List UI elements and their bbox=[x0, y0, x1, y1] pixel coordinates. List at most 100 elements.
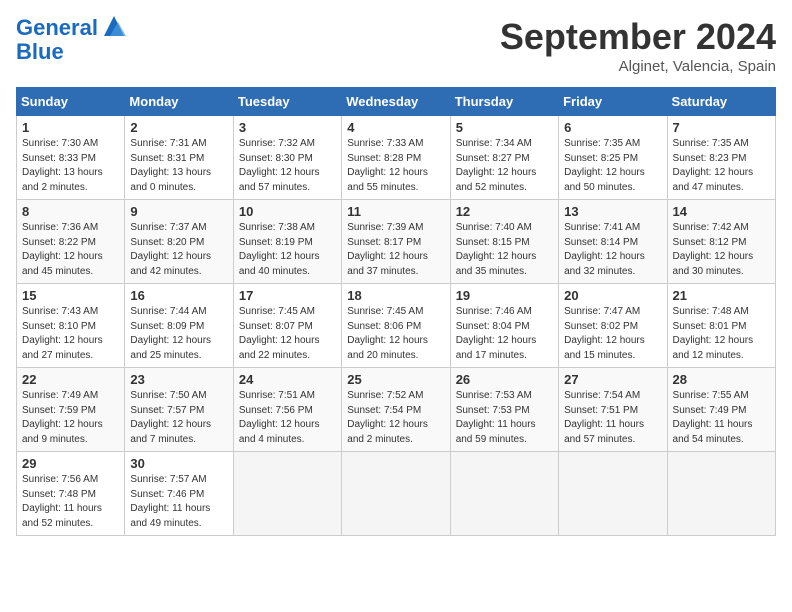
location: Alginet, Valencia, Spain bbox=[500, 58, 776, 75]
calendar-row: 1 Sunrise: 7:30 AM Sunset: 8:33 PM Daylig… bbox=[17, 116, 776, 200]
table-row: 27 Sunrise: 7:54 AM Sunset: 7:51 PM Dayli… bbox=[559, 368, 667, 452]
day-number: 25 bbox=[347, 372, 444, 387]
col-monday: Monday bbox=[125, 88, 233, 116]
table-row: 6Sunrise: 7:35 AM Sunset: 8:25 PM Daylig… bbox=[559, 116, 667, 200]
day-number: 5 bbox=[456, 120, 553, 135]
table-row: 18 Sunrise: 7:45 AM Sunset: 8:06 PM Dayli… bbox=[342, 284, 450, 368]
day-info: Sunrise: 7:36 AM Sunset: 8:22 PM Dayligh… bbox=[22, 221, 119, 279]
day-info: Sunrise: 7:55 AM Sunset: 7:49 PM Dayligh… bbox=[673, 389, 770, 447]
day-info: Sunrise: 7:42 AM Sunset: 8:12 PM Dayligh… bbox=[673, 221, 770, 279]
day-number: 16 bbox=[130, 288, 227, 303]
day-number: 15 bbox=[22, 288, 119, 303]
calendar-header-row: Sunday Monday Tuesday Wednesday Thursday… bbox=[17, 88, 776, 116]
table-row: 21 Sunrise: 7:48 AM Sunset: 8:01 PM Dayli… bbox=[667, 284, 775, 368]
col-friday: Friday bbox=[559, 88, 667, 116]
day-info: Sunrise: 7:44 AM Sunset: 8:09 PM Dayligh… bbox=[130, 305, 227, 363]
day-info: Sunrise: 7:41 AM Sunset: 8:14 PM Dayligh… bbox=[564, 221, 661, 279]
day-number: 4 bbox=[347, 120, 444, 135]
day-number: 18 bbox=[347, 288, 444, 303]
day-info: Sunrise: 7:45 AM Sunset: 8:06 PM Dayligh… bbox=[347, 305, 444, 363]
day-number: 10 bbox=[239, 204, 336, 219]
day-number: 8 bbox=[22, 204, 119, 219]
calendar-row: 22 Sunrise: 7:49 AM Sunset: 7:59 PM Dayli… bbox=[17, 368, 776, 452]
day-number: 23 bbox=[130, 372, 227, 387]
day-info: Sunrise: 7:32 AM Sunset: 8:30 PM Dayligh… bbox=[239, 137, 336, 195]
day-number: 6 bbox=[564, 120, 661, 135]
day-number: 12 bbox=[456, 204, 553, 219]
logo-icon bbox=[100, 12, 128, 40]
table-row bbox=[450, 452, 558, 536]
logo-blue-text: Blue bbox=[16, 40, 128, 64]
day-info: Sunrise: 7:46 AM Sunset: 8:04 PM Dayligh… bbox=[456, 305, 553, 363]
logo: General Blue bbox=[16, 16, 128, 64]
day-info: Sunrise: 7:40 AM Sunset: 8:15 PM Dayligh… bbox=[456, 221, 553, 279]
table-row: 14 Sunrise: 7:42 AM Sunset: 8:12 PM Dayli… bbox=[667, 200, 775, 284]
col-saturday: Saturday bbox=[667, 88, 775, 116]
day-info: Sunrise: 7:33 AM Sunset: 8:28 PM Dayligh… bbox=[347, 137, 444, 195]
day-info: Sunrise: 7:45 AM Sunset: 8:07 PM Dayligh… bbox=[239, 305, 336, 363]
table-row: 5 Sunrise: 7:34 AM Sunset: 8:27 PM Daylig… bbox=[450, 116, 558, 200]
day-number: 22 bbox=[22, 372, 119, 387]
day-info: Sunrise: 7:48 AM Sunset: 8:01 PM Dayligh… bbox=[673, 305, 770, 363]
day-number: 24 bbox=[239, 372, 336, 387]
table-row: 25 Sunrise: 7:52 AM Sunset: 7:54 PM Dayli… bbox=[342, 368, 450, 452]
day-number: 11 bbox=[347, 204, 444, 219]
table-row: 16 Sunrise: 7:44 AM Sunset: 8:09 PM Dayli… bbox=[125, 284, 233, 368]
calendar-row: 29 Sunrise: 7:56 AM Sunset: 7:48 PM Dayli… bbox=[17, 452, 776, 536]
table-row bbox=[559, 452, 667, 536]
day-info: Sunrise: 7:52 AM Sunset: 7:54 PM Dayligh… bbox=[347, 389, 444, 447]
day-number: 3 bbox=[239, 120, 336, 135]
col-thursday: Thursday bbox=[450, 88, 558, 116]
table-row: 12 Sunrise: 7:40 AM Sunset: 8:15 PM Dayli… bbox=[450, 200, 558, 284]
day-number: 1 bbox=[22, 120, 119, 135]
day-info: Sunrise: 7:35 AM Sunset: 8:23 PM Dayligh… bbox=[673, 137, 770, 195]
day-info: Sunrise: 7:51 AM Sunset: 7:56 PM Dayligh… bbox=[239, 389, 336, 447]
day-number: 28 bbox=[673, 372, 770, 387]
table-row: 26Sunrise: 7:53 AM Sunset: 7:53 PM Dayli… bbox=[450, 368, 558, 452]
table-row: 4 Sunrise: 7:33 AM Sunset: 8:28 PM Daylig… bbox=[342, 116, 450, 200]
day-info: Sunrise: 7:34 AM Sunset: 8:27 PM Dayligh… bbox=[456, 137, 553, 195]
day-info: Sunrise: 7:39 AM Sunset: 8:17 PM Dayligh… bbox=[347, 221, 444, 279]
col-sunday: Sunday bbox=[17, 88, 125, 116]
day-number: 7 bbox=[673, 120, 770, 135]
day-number: 27 bbox=[564, 372, 661, 387]
table-row: 20 Sunrise: 7:47 AM Sunset: 8:02 PM Dayli… bbox=[559, 284, 667, 368]
table-row bbox=[233, 452, 341, 536]
day-number: 13 bbox=[564, 204, 661, 219]
day-info: Sunrise: 7:37 AM Sunset: 8:20 PM Dayligh… bbox=[130, 221, 227, 279]
day-info: Sunrise: 7:38 AM Sunset: 8:19 PM Dayligh… bbox=[239, 221, 336, 279]
day-info: Sunrise: 7:54 AM Sunset: 7:51 PM Dayligh… bbox=[564, 389, 661, 447]
table-row bbox=[342, 452, 450, 536]
day-number: 9 bbox=[130, 204, 227, 219]
day-info: Sunrise: 7:56 AM Sunset: 7:48 PM Dayligh… bbox=[22, 473, 119, 531]
table-row: 30Sunrise: 7:57 AM Sunset: 7:46 PM Dayli… bbox=[125, 452, 233, 536]
table-row: 23Sunrise: 7:50 AM Sunset: 7:57 PM Dayli… bbox=[125, 368, 233, 452]
day-info: Sunrise: 7:47 AM Sunset: 8:02 PM Dayligh… bbox=[564, 305, 661, 363]
col-wednesday: Wednesday bbox=[342, 88, 450, 116]
day-number: 29 bbox=[22, 456, 119, 471]
day-number: 2 bbox=[130, 120, 227, 135]
day-number: 14 bbox=[673, 204, 770, 219]
day-info: Sunrise: 7:57 AM Sunset: 7:46 PM Dayligh… bbox=[130, 473, 227, 531]
table-row: 7 Sunrise: 7:35 AM Sunset: 8:23 PM Daylig… bbox=[667, 116, 775, 200]
day-number: 20 bbox=[564, 288, 661, 303]
day-info: Sunrise: 7:30 AM Sunset: 8:33 PM Dayligh… bbox=[22, 137, 119, 195]
table-row: 17Sunrise: 7:45 AM Sunset: 8:07 PM Dayli… bbox=[233, 284, 341, 368]
calendar-row: 8 Sunrise: 7:36 AM Sunset: 8:22 PM Daylig… bbox=[17, 200, 776, 284]
table-row bbox=[667, 452, 775, 536]
logo-text: General bbox=[16, 16, 98, 40]
day-number: 21 bbox=[673, 288, 770, 303]
day-info: Sunrise: 7:43 AM Sunset: 8:10 PM Dayligh… bbox=[22, 305, 119, 363]
calendar-table: Sunday Monday Tuesday Wednesday Thursday… bbox=[16, 87, 776, 536]
table-row: 19 Sunrise: 7:46 AM Sunset: 8:04 PM Dayli… bbox=[450, 284, 558, 368]
table-row: 13 Sunrise: 7:41 AM Sunset: 8:14 PM Dayli… bbox=[559, 200, 667, 284]
day-number: 26 bbox=[456, 372, 553, 387]
table-row: 22 Sunrise: 7:49 AM Sunset: 7:59 PM Dayli… bbox=[17, 368, 125, 452]
day-info: Sunrise: 7:49 AM Sunset: 7:59 PM Dayligh… bbox=[22, 389, 119, 447]
day-number: 19 bbox=[456, 288, 553, 303]
table-row: 15 Sunrise: 7:43 AM Sunset: 8:10 PM Dayli… bbox=[17, 284, 125, 368]
table-row: 29 Sunrise: 7:56 AM Sunset: 7:48 PM Dayli… bbox=[17, 452, 125, 536]
calendar-row: 15 Sunrise: 7:43 AM Sunset: 8:10 PM Dayli… bbox=[17, 284, 776, 368]
table-row: 1 Sunrise: 7:30 AM Sunset: 8:33 PM Daylig… bbox=[17, 116, 125, 200]
table-row: 28 Sunrise: 7:55 AM Sunset: 7:49 PM Dayli… bbox=[667, 368, 775, 452]
